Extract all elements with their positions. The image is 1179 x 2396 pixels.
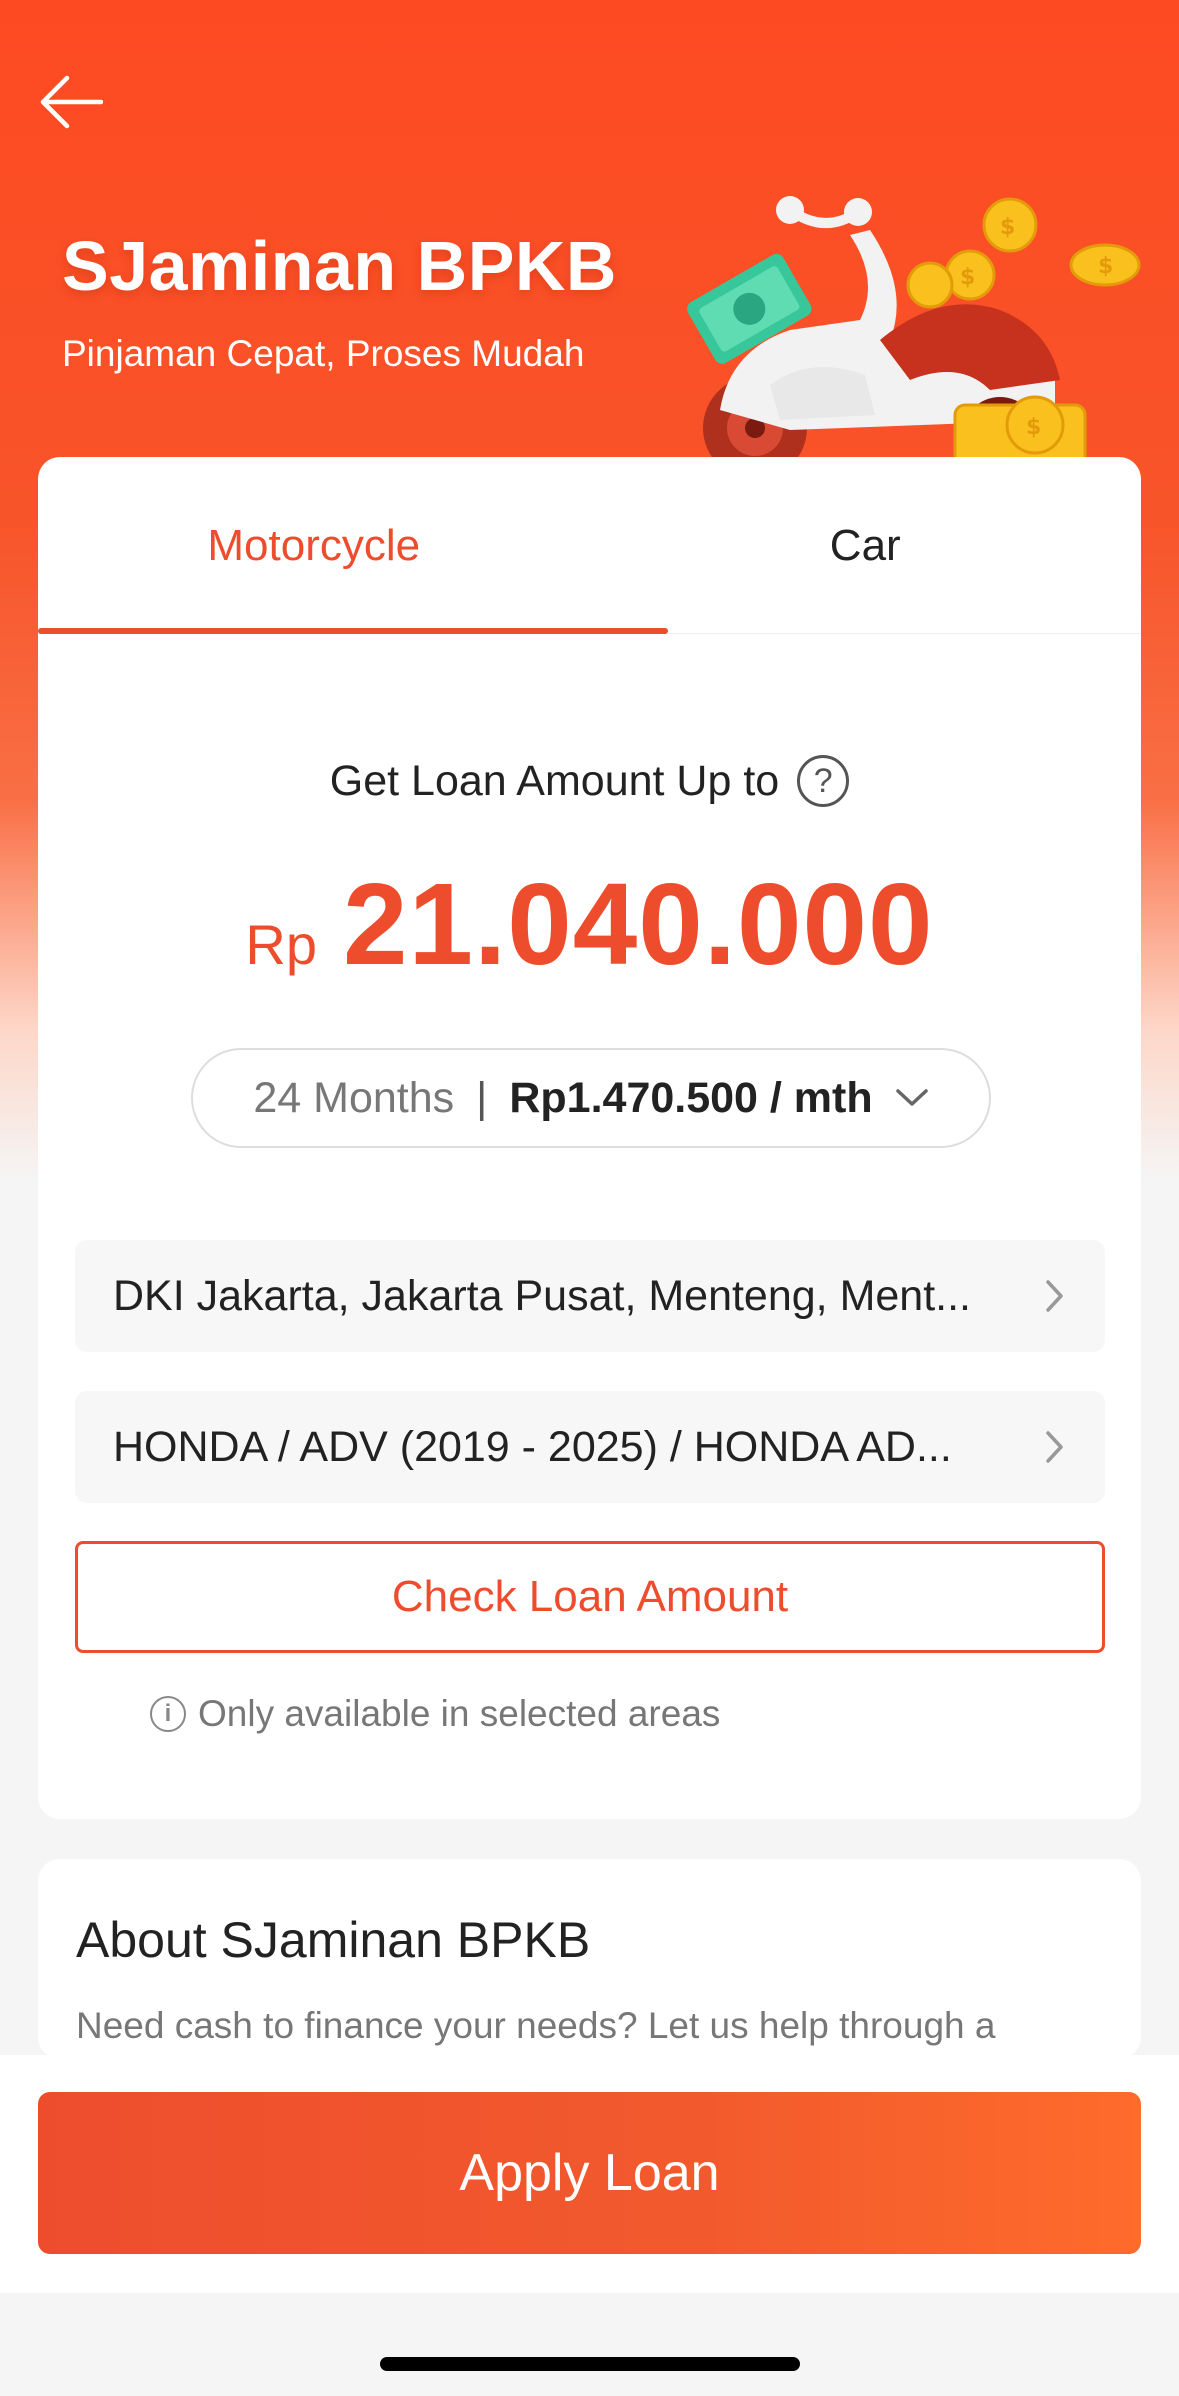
availability-note-text: Only available in selected areas <box>198 1693 721 1734</box>
chevron-right-icon <box>1046 1280 1063 1312</box>
svg-text:$: $ <box>1098 254 1113 279</box>
svg-text:$: $ <box>1000 215 1015 240</box>
amount-value: 21.040.000 <box>343 859 934 989</box>
loan-label-row: Get Loan Amount Up to ? <box>38 755 1141 807</box>
scooter-with-coins-illustration: $ $ $ $ <box>687 196 1141 470</box>
availability-note: i Only available in selected areas <box>150 1693 720 1735</box>
vehicle-tabs: Motorcycle Car <box>38 457 1141 634</box>
location-selector[interactable]: DKI Jakarta, Jakarta Pusat, Menteng, Men… <box>75 1240 1105 1352</box>
about-description: Need cash to finance your needs? Let us … <box>76 2005 996 2046</box>
loan-amount: Rp 21.040.000 <box>38 857 1141 991</box>
arrow-left-icon <box>40 75 103 129</box>
apply-loan-button[interactable]: Apply Loan <box>38 2092 1141 2254</box>
back-button[interactable] <box>30 62 110 142</box>
vehicle-selector[interactable]: HONDA / ADV (2019 - 2025) / HONDA AD... <box>75 1391 1105 1503</box>
loan-label: Get Loan Amount Up to <box>329 756 780 805</box>
svg-text:$: $ <box>960 265 975 290</box>
about-title: About SJaminan BPKB <box>76 1912 591 1968</box>
active-tab-indicator <box>38 628 668 634</box>
chevron-right-icon <box>1046 1431 1063 1463</box>
bottom-bar: Apply Loan <box>0 2055 1179 2293</box>
page-subtitle: Pinjaman Cepat, Proses Mudah <box>62 333 585 374</box>
tenor-months: 24 Months <box>253 1073 455 1122</box>
chevron-down-icon <box>895 1089 928 1106</box>
tenor-selector[interactable]: 24 Months | Rp1.470.500 / mth <box>191 1048 991 1148</box>
loan-card: Motorcycle Car Get Loan Amount Up to ? R… <box>38 457 1141 1819</box>
question-circle-icon[interactable]: ? <box>797 755 850 807</box>
monthly-installment: Rp1.470.500 / mth <box>509 1073 873 1122</box>
about-card: About SJaminan BPKB Need cash to finance… <box>38 1859 1141 2059</box>
tab-car[interactable]: Car <box>590 457 1142 634</box>
tab-motorcycle[interactable]: Motorcycle <box>38 457 590 634</box>
info-icon: i <box>150 1696 186 1732</box>
tenor-separator: | <box>476 1073 488 1122</box>
check-loan-amount-button[interactable]: Check Loan Amount <box>75 1541 1105 1653</box>
home-indicator[interactable] <box>380 2357 800 2371</box>
location-value: DKI Jakarta, Jakarta Pusat, Menteng, Men… <box>113 1271 972 1320</box>
svg-text:$: $ <box>1026 415 1041 440</box>
currency-label: Rp <box>245 913 317 976</box>
page-title: SJaminan BPKB <box>62 227 617 305</box>
vehicle-value: HONDA / ADV (2019 - 2025) / HONDA AD... <box>113 1422 952 1471</box>
